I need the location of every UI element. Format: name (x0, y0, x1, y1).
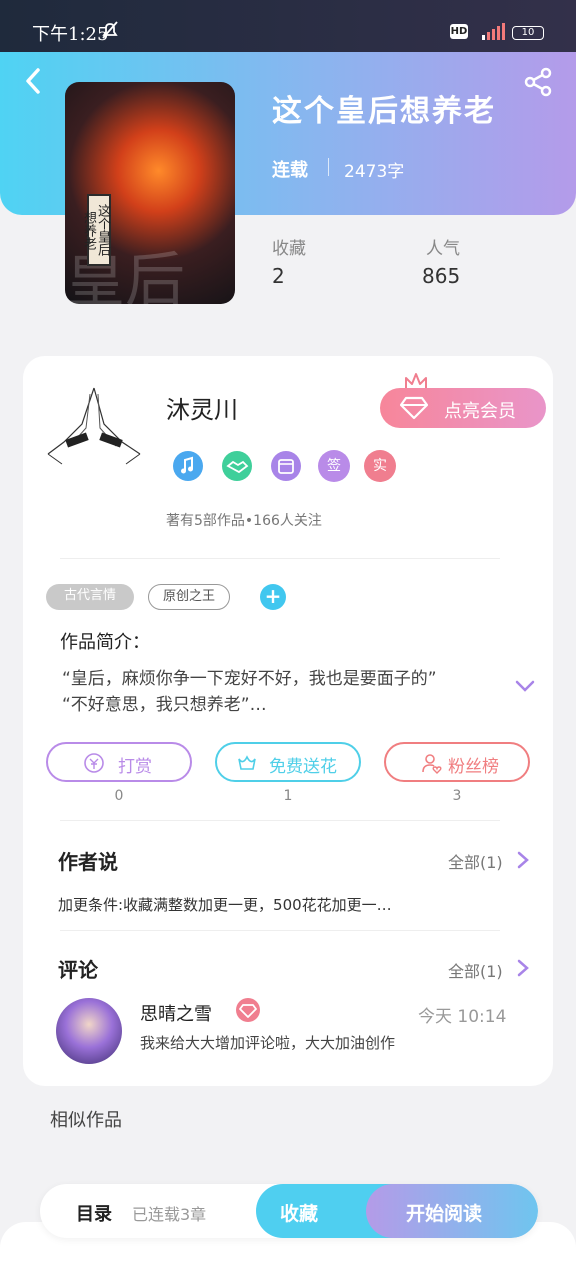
author-meta: 著有5部作品•166人关注 (166, 513, 322, 529)
comment-text: 我来给大大增加评论啦，大大加油创作 (140, 1034, 396, 1052)
intro-line: “皇后，麻烦你争一下宠好不好，我也是要面子的” (62, 669, 437, 689)
commenter-avatar[interactable] (56, 998, 122, 1064)
intro-line: “不好意思，我只想养老”… (62, 695, 267, 715)
author-says-see-all[interactable]: 全部(1) (448, 849, 503, 873)
author-name[interactable]: 沐灵川 (166, 390, 238, 425)
chevron-right-icon[interactable] (516, 850, 530, 870)
vip-button[interactable]: 点亮会员 (380, 388, 546, 428)
start-reading-label: 开始阅读 (406, 1203, 483, 1225)
tip-button[interactable]: 打赏 (46, 742, 192, 782)
add-tag-button[interactable]: + (260, 584, 286, 610)
comments-title: 评论 (58, 958, 98, 982)
fan-ranking-button[interactable]: 粉丝榜 (384, 742, 530, 782)
chevron-right-icon[interactable] (516, 958, 530, 978)
comments-see-all[interactable]: 全部(1) (448, 958, 503, 982)
similar-works-title: 相似作品 (50, 1110, 122, 1131)
cover-title: 这个皇后想养老 (81, 194, 111, 266)
real-name-badge[interactable]: 实 (364, 450, 396, 482)
tip-button-label: 打赏 (118, 757, 152, 777)
user-heart-icon (422, 754, 442, 774)
stat-value-favorites: 2 (272, 264, 285, 288)
back-icon[interactable] (20, 66, 48, 96)
tip-count: 0 (114, 788, 124, 804)
fan-count: 3 (452, 788, 462, 804)
author-note-text[interactable]: 加更条件:收藏满整数加更一更，500花花加更一… (58, 894, 392, 915)
music-badge-icon[interactable] (172, 450, 204, 482)
chevron-down-icon[interactable] (514, 678, 536, 694)
author-says-title: 作者说 (58, 850, 118, 874)
intro-title: 作品简介： (60, 632, 150, 653)
start-reading-button[interactable]: 开始阅读 (366, 1184, 538, 1238)
tag-award[interactable]: 原创之王 (148, 584, 230, 610)
commenter-name[interactable]: 思晴之雪 (140, 1000, 212, 1026)
handshake-badge-icon[interactable] (221, 450, 253, 482)
calendar-badge-icon[interactable] (270, 450, 302, 482)
book-title: 这个皇后想养老 (272, 94, 496, 129)
toc-button[interactable]: 目录 (76, 1200, 112, 1226)
divider (60, 820, 500, 821)
vip-button-label: 点亮会员 (444, 401, 516, 422)
flower-icon (238, 755, 256, 770)
mute-bell-icon (102, 21, 118, 39)
vip-badge-icon (236, 998, 260, 1022)
sign-badge[interactable]: 签 (318, 450, 350, 482)
book-cover[interactable]: 皇后 这个皇后想养老 (65, 82, 235, 304)
divider (328, 158, 329, 176)
author-avatar[interactable] (44, 384, 144, 474)
divider (60, 558, 500, 559)
fan-ranking-button-label: 粉丝榜 (448, 757, 499, 777)
divider (60, 930, 500, 931)
tag-genre[interactable]: 古代言情 (46, 584, 134, 610)
status-bar: 下午1:25 HD 10 (0, 0, 576, 52)
send-flower-button[interactable]: 免费送花 (215, 742, 361, 782)
stat-label-favorites: 收藏 (272, 239, 306, 259)
toc-status[interactable]: 已连载3章 (132, 1201, 206, 1225)
battery-icon: 10 (512, 26, 544, 40)
stat-label-popularity: 人气 (426, 239, 460, 259)
diamond-icon (400, 396, 428, 420)
book-status: 连载 (272, 160, 308, 181)
send-flower-button-label: 免费送花 (269, 757, 337, 777)
collect-button-label: 收藏 (280, 1203, 319, 1225)
share-icon[interactable] (522, 66, 554, 98)
word-count: 2473字 (344, 162, 405, 182)
status-time: 下午1:25 (32, 24, 109, 45)
coin-icon (84, 753, 104, 773)
flower-count: 1 (283, 788, 293, 804)
bottom-action-bar: 目录 已连载3章 收藏 开始阅读 (40, 1184, 538, 1238)
hd-icon: HD (450, 24, 468, 39)
stat-value-popularity: 865 (422, 264, 461, 288)
signal-icon (482, 23, 505, 40)
comment-time: 今天 10:14 (418, 1007, 507, 1027)
